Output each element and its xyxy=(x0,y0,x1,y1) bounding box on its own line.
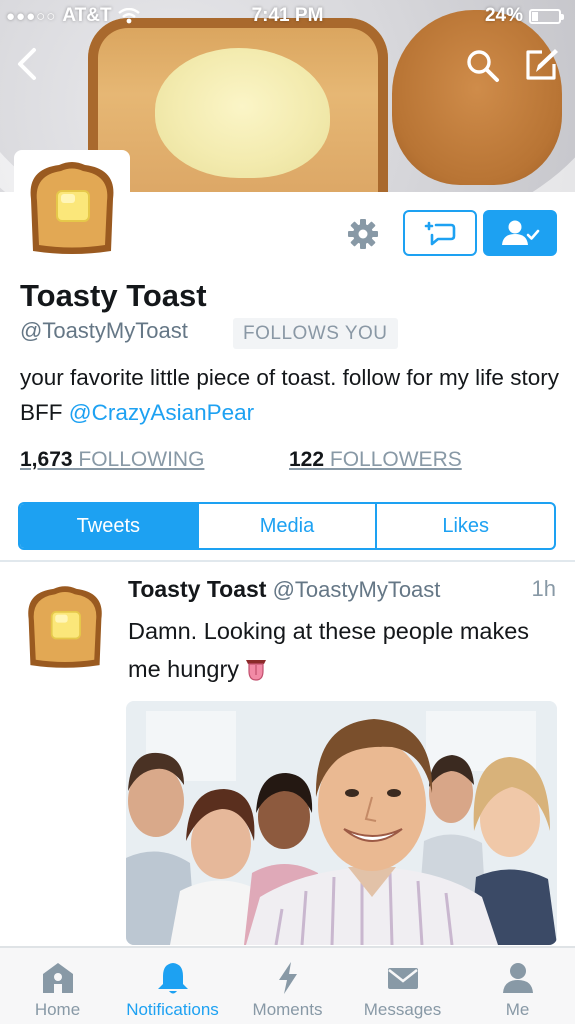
tab-media[interactable]: Media xyxy=(196,504,376,548)
banner-egg xyxy=(155,48,330,178)
tweet-body: Damn. Looking at these people makes me h… xyxy=(128,618,530,682)
back-icon xyxy=(18,48,36,80)
profile-bio: your favorite little piece of toast. fol… xyxy=(20,360,560,430)
profile-handle: @ToastyMyToast xyxy=(20,318,188,343)
tabbar-moments[interactable]: Moments xyxy=(230,948,345,1024)
tweet-author-handle[interactable]: @ToastyMyToast xyxy=(273,577,441,602)
followers-label: FOLLOWERS xyxy=(324,448,462,471)
status-bar: ●●●○○ AT&T 7:41 PM 24% xyxy=(0,0,575,34)
toast-avatar-image xyxy=(28,586,102,668)
search-button[interactable] xyxy=(465,48,501,84)
tweet-media-photo[interactable] xyxy=(126,701,557,945)
follows-you-badge: FOLLOWS YOU xyxy=(233,318,398,349)
tabbar-messages[interactable]: Messages xyxy=(345,948,460,1024)
banner-heart-toast xyxy=(392,10,562,185)
tweet-timestamp: 1h xyxy=(531,576,556,601)
tweet-text: Damn. Looking at these people makes me h… xyxy=(128,612,558,688)
back-button[interactable] xyxy=(14,46,44,82)
tabbar-notifications-label: Notifications xyxy=(126,1000,219,1019)
followers-count: 122 xyxy=(289,448,325,471)
tweet-header: Toasty Toast @ToastyMyToast 1h xyxy=(128,576,558,603)
retweet-toggle-button[interactable] xyxy=(403,210,477,256)
following-count: 1,673 xyxy=(20,448,73,471)
bio-mention-link[interactable]: @CrazyAsianPear xyxy=(69,400,254,425)
retweet-icon xyxy=(424,221,456,246)
search-icon xyxy=(467,50,499,82)
compose-button[interactable] xyxy=(522,46,560,84)
tweet-author-name[interactable]: Toasty Toast xyxy=(128,576,266,602)
tabbar-me[interactable]: Me xyxy=(460,948,575,1024)
group-photo-image xyxy=(126,701,557,945)
tab-tweets[interactable]: Tweets xyxy=(20,504,197,548)
tabbar-messages-label: Messages xyxy=(363,1000,442,1019)
profile-avatar[interactable] xyxy=(14,150,130,266)
home-icon xyxy=(42,963,73,993)
toast-avatar-image xyxy=(30,162,114,254)
following-user-icon xyxy=(502,220,540,245)
tabbar-home[interactable]: Home xyxy=(0,948,115,1024)
following-stat-link[interactable]: 1,673 FOLLOWING xyxy=(20,448,204,472)
tab-likes[interactable]: Likes xyxy=(375,504,554,548)
battery-percent: 24% xyxy=(484,5,523,26)
following-button[interactable] xyxy=(483,210,557,256)
envelope-icon xyxy=(387,968,418,989)
profile-tabs: Tweets Media Likes xyxy=(18,502,556,550)
bottom-tab-bar: Home Notifications Moments Messages Me xyxy=(0,946,575,1024)
followers-stat-link[interactable]: 122 FOLLOWERS xyxy=(289,448,462,472)
person-icon xyxy=(502,963,533,993)
lightning-icon xyxy=(278,962,297,994)
tweet-avatar[interactable] xyxy=(18,580,112,674)
tabbar-notifications[interactable]: Notifications xyxy=(115,948,230,1024)
gear-icon xyxy=(348,219,378,249)
tabbar-moments-label: Moments xyxy=(252,1000,323,1019)
section-divider xyxy=(0,560,575,562)
tabbar-me-label: Me xyxy=(505,1000,530,1019)
status-right: 24% xyxy=(484,5,564,27)
settings-button[interactable] xyxy=(345,216,381,252)
compose-icon xyxy=(526,49,558,80)
tongue-emoji-icon xyxy=(246,660,267,681)
bell-icon xyxy=(157,963,188,994)
tabbar-home-label: Home xyxy=(34,1000,81,1019)
following-label: FOLLOWING xyxy=(72,448,205,471)
battery-icon xyxy=(529,8,564,24)
profile-display-name: Toasty Toast xyxy=(20,278,207,313)
